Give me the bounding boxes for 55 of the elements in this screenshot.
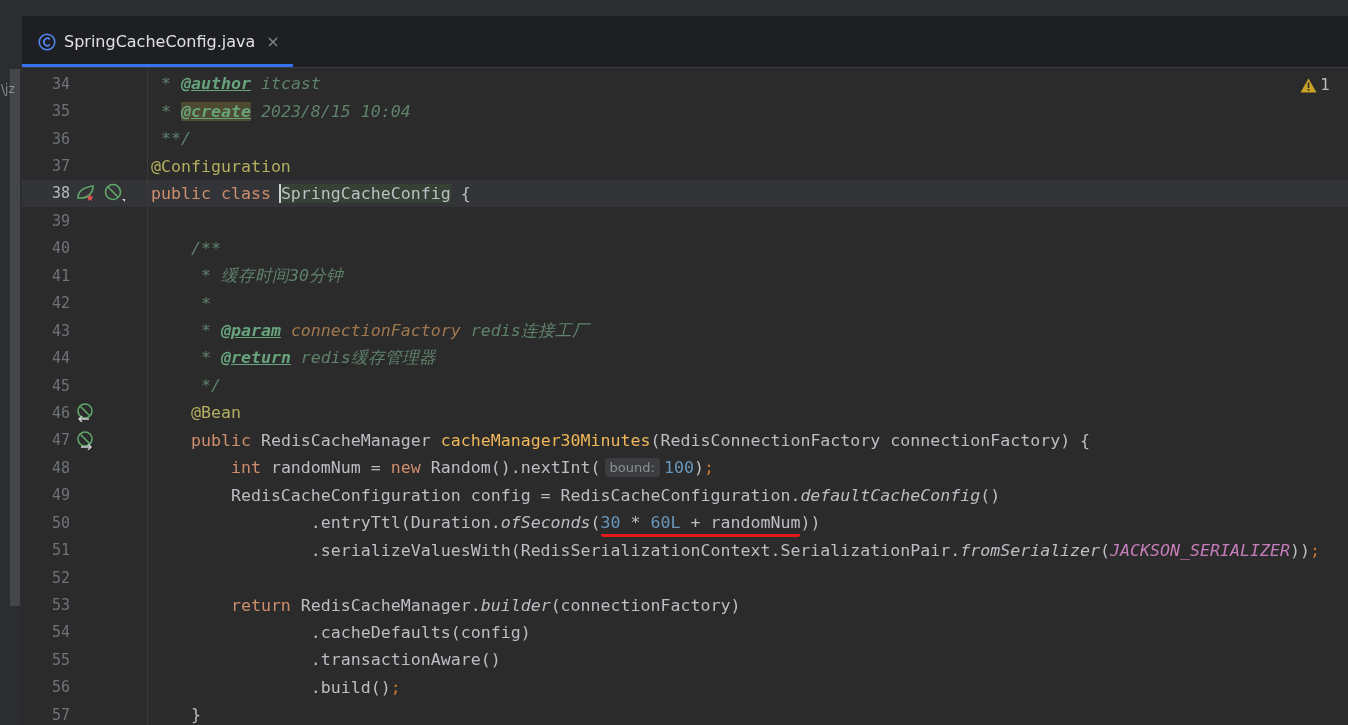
parameter-hint: bound: xyxy=(604,458,660,478)
line-number: 39 xyxy=(50,211,70,230)
line-number: 48 xyxy=(50,458,70,477)
line-number: 40 xyxy=(50,239,70,258)
line-number: 34 xyxy=(50,74,70,93)
code-line: return RedisCacheManager.builder(connectionFactory) xyxy=(229,595,741,615)
line-number: 47 xyxy=(50,431,70,450)
line-number: 44 xyxy=(50,349,70,368)
code-line: @Bean xyxy=(189,403,241,423)
code-line: * xyxy=(199,293,211,313)
line-number: 45 xyxy=(50,376,70,395)
code-line: } xyxy=(189,705,201,725)
line-number: 49 xyxy=(50,486,70,505)
code-line: .build(); xyxy=(309,677,401,697)
code-line: .cacheDefaults(config) xyxy=(309,622,531,642)
line-number: 43 xyxy=(50,321,70,340)
code-line: @Configuration xyxy=(150,156,291,176)
code-line: * @author itcast xyxy=(160,74,321,94)
close-icon[interactable] xyxy=(267,35,280,48)
code-line: /** xyxy=(189,238,221,258)
line-number: 35 xyxy=(50,102,70,121)
code-text: int randomNum = new Random().nextInt( xyxy=(229,458,601,478)
code-line: * @param connectionFactory redis连接工厂 xyxy=(199,319,589,342)
code-line: * @create 2023/8/15 10:04 xyxy=(160,101,411,121)
line-number: 41 xyxy=(50,266,70,285)
line-number: 38 xyxy=(50,184,70,203)
line-number: 55 xyxy=(50,650,70,669)
line-number: 56 xyxy=(50,678,70,697)
code-line: RedisCacheConfiguration config = RedisCacheConfiguration.defaultCacheConfig() xyxy=(229,485,1001,505)
code-line: * @return redis缓存管理器 xyxy=(199,347,436,370)
code-line: public RedisCacheManager cacheManager30Minutes(RedisConnectionFactory connectionFactory) { xyxy=(189,430,1091,450)
project-path-text: \jz xyxy=(1,82,15,96)
line-number: 57 xyxy=(50,705,70,724)
warning-icon[interactable] xyxy=(1300,77,1318,93)
line-number: 42 xyxy=(50,294,70,313)
line-number: 54 xyxy=(50,623,70,642)
line-number: 50 xyxy=(50,513,70,532)
code-line: .serializeValuesWith(RedisSerializationContext.SerializationPair.fromSerializer(JACKSON_SERIALIZER)); xyxy=(309,540,1320,560)
warning-count[interactable]: 1 xyxy=(1320,76,1330,94)
class-icon xyxy=(38,32,56,51)
line-number: 37 xyxy=(50,157,70,176)
code-line: public class SpringCacheConfig { xyxy=(150,183,471,203)
code-line: */ xyxy=(199,376,221,396)
line-number: 36 xyxy=(50,129,70,148)
code-line: **/ xyxy=(160,129,191,149)
code-text: 100); xyxy=(663,458,714,478)
slash-arrow-right-icon[interactable] xyxy=(76,430,95,450)
code-line: .transactionAware() xyxy=(309,650,501,670)
code-line: * 缓存时间30分钟 xyxy=(199,264,343,287)
line-number: 51 xyxy=(50,541,70,560)
line-number: 52 xyxy=(50,568,70,587)
no-entry-icon[interactable] xyxy=(104,183,126,204)
line-number: 53 xyxy=(50,596,70,615)
slash-arrow-left-icon[interactable] xyxy=(76,403,95,423)
line-number: 46 xyxy=(50,403,70,422)
